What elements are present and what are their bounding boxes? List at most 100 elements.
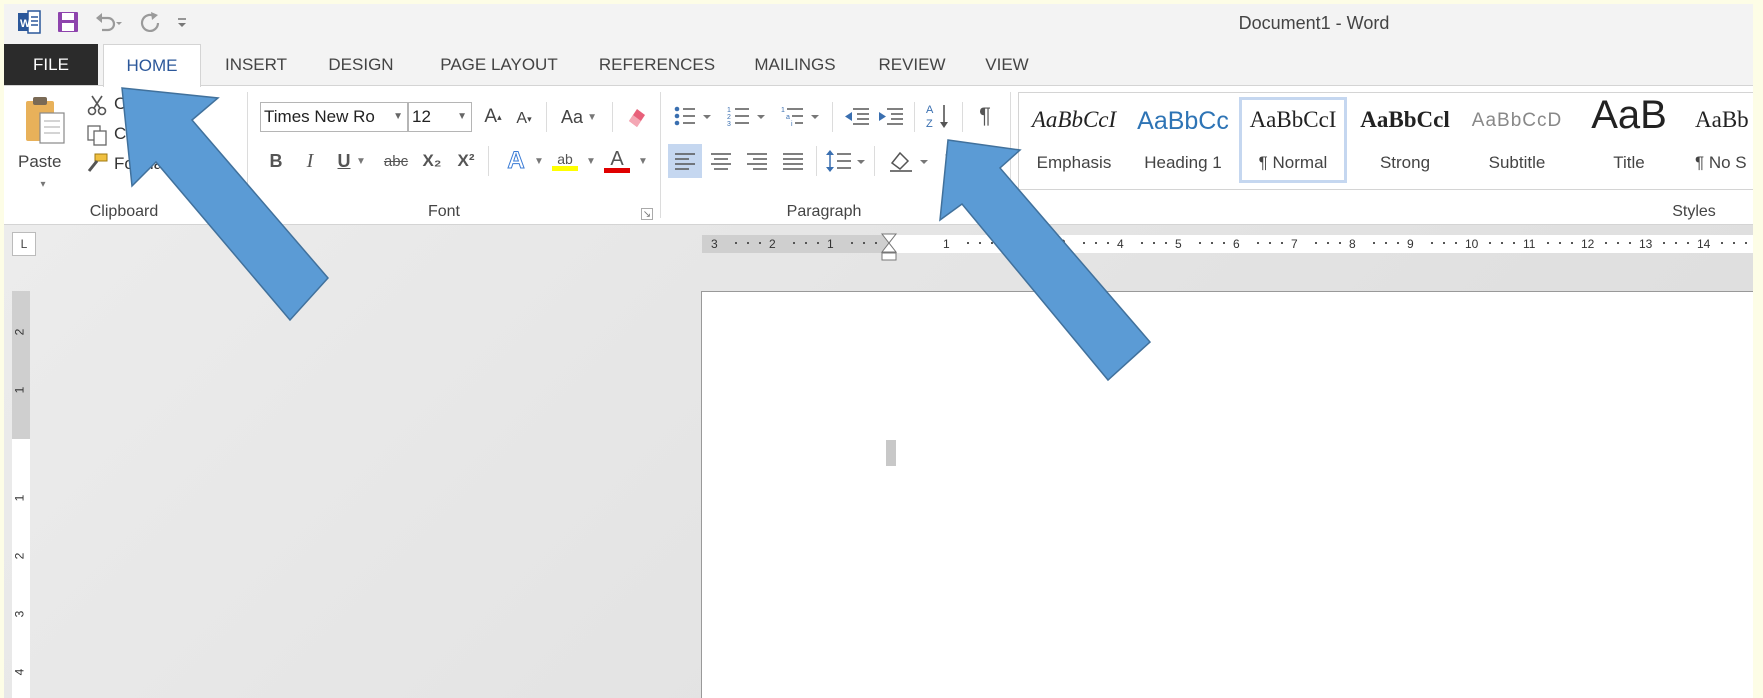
tab-view[interactable]: VIEW <box>972 44 1042 85</box>
copy-icon[interactable] <box>84 122 110 148</box>
grow-font-icon[interactable]: A ▴ <box>479 102 507 132</box>
customize-qat-icon[interactable] <box>176 14 188 30</box>
ruler-label: 2 <box>12 552 27 560</box>
highlight-color-bar <box>552 165 578 171</box>
style-subtitle[interactable]: AaBbCcD Subtitle <box>1463 97 1571 183</box>
style-no-spacing[interactable]: AaBb ¶ No S <box>1687 97 1753 183</box>
shrink-font-icon[interactable]: A ▾ <box>510 104 538 134</box>
svg-text:Z: Z <box>926 118 933 130</box>
vertical-ruler[interactable]: 2 1 1 2 3 4 <box>12 291 30 698</box>
redo-icon[interactable] <box>138 10 162 34</box>
separator <box>660 92 661 218</box>
ruler-tick <box>1721 242 1723 244</box>
style-title[interactable]: AaB Title <box>1577 93 1681 183</box>
word-logo-icon[interactable]: W <box>18 10 42 34</box>
ruler-tick <box>1315 242 1317 244</box>
ruler-tick <box>1025 242 1027 244</box>
underline-dropdown-icon[interactable]: ▼ <box>354 146 368 176</box>
cut-button[interactable]: C <box>114 94 126 114</box>
underline-button[interactable]: U <box>334 146 354 176</box>
ruler-tick <box>1211 242 1213 244</box>
style-normal[interactable]: AaBbCcI ¶ Normal <box>1239 97 1347 183</box>
ruler-label: 14 <box>1697 237 1711 251</box>
ruler-tick <box>1501 242 1503 244</box>
highlight-button[interactable]: ab <box>550 146 580 176</box>
separator <box>816 146 817 176</box>
font-name-combo[interactable]: Times New Ro ▼ <box>260 102 408 132</box>
style-name: ¶ Normal <box>1258 153 1328 172</box>
ruler-tick <box>1269 242 1271 244</box>
superscript-button[interactable]: X² <box>452 146 480 176</box>
style-name: Heading 1 <box>1144 153 1222 172</box>
align-left-icon[interactable] <box>668 144 702 178</box>
paste-icon[interactable] <box>20 94 70 150</box>
borders-icon[interactable] <box>940 144 970 178</box>
ruler-label: 1 <box>12 386 27 394</box>
undo-icon[interactable] <box>94 10 124 34</box>
subscript-button[interactable]: X₂ <box>418 146 446 176</box>
sort-icon[interactable]: A Z <box>922 100 954 132</box>
tab-design[interactable]: DESIGN <box>316 44 406 85</box>
style-sample: AaBb <box>1695 107 1749 132</box>
word-window: W Document1 - Word FILE HOME INSERT DESI… <box>4 4 1753 698</box>
ruler-tick <box>875 242 877 244</box>
highlight-dropdown-icon[interactable]: ▼ <box>584 146 598 176</box>
paste-dropdown-icon[interactable]: ▾ <box>36 178 50 190</box>
numbering-icon[interactable]: 1 2 3 <box>724 100 770 132</box>
tab-selector-button[interactable]: L <box>12 232 36 256</box>
style-strong[interactable]: AaBbCcl Strong <box>1353 97 1457 183</box>
paste-button[interactable]: Paste <box>18 152 61 172</box>
change-case-button[interactable]: Aa ▼ <box>554 102 604 132</box>
font-color-button[interactable]: A <box>602 146 632 176</box>
ruler-tick <box>1571 242 1573 244</box>
separator <box>832 102 833 132</box>
font-color-dropdown-icon[interactable]: ▼ <box>636 146 650 176</box>
style-emphasis[interactable]: AaBbCcI Emphasis <box>1023 97 1125 183</box>
document-page[interactable] <box>701 291 1753 698</box>
justify-icon[interactable] <box>776 144 810 178</box>
ruler-tick <box>1675 242 1677 244</box>
style-sample: AaBbCcI <box>1031 107 1117 132</box>
tab-references[interactable]: REFERENCES <box>592 44 722 85</box>
tab-mailings[interactable]: MAILINGS <box>740 44 850 85</box>
tab-insert[interactable]: INSERT <box>212 44 300 85</box>
svg-text:a: a <box>786 114 790 121</box>
separator <box>546 102 547 132</box>
clear-formatting-icon[interactable] <box>620 102 650 132</box>
ruler-tick <box>747 242 749 244</box>
ruler-label: 2 <box>12 328 27 336</box>
cut-icon[interactable] <box>84 92 110 118</box>
strikethrough-button[interactable]: abc <box>380 146 412 176</box>
text-effects-dropdown-icon[interactable]: ▼ <box>532 146 546 176</box>
show-marks-button[interactable]: ¶ <box>968 100 1002 132</box>
tab-page-layout[interactable]: PAGE LAYOUT <box>424 44 574 85</box>
format-painter-icon[interactable] <box>84 150 110 176</box>
chevron-down-icon: ▼ <box>457 111 467 122</box>
bullets-icon[interactable] <box>670 100 716 132</box>
format-painter-button[interactable]: Forma <box>114 154 163 174</box>
bold-button[interactable]: B <box>266 146 286 176</box>
tab-file[interactable]: FILE <box>4 44 98 85</box>
align-right-icon[interactable] <box>740 144 774 178</box>
indent-marker-icon[interactable] <box>880 233 898 266</box>
align-center-icon[interactable] <box>704 144 738 178</box>
font-dialog-launcher-icon[interactable]: ↘ <box>641 208 653 220</box>
line-spacing-icon[interactable] <box>822 144 870 178</box>
increase-indent-icon[interactable] <box>874 100 908 132</box>
save-icon[interactable] <box>56 10 80 34</box>
font-size-combo[interactable]: 12 ▼ <box>408 102 472 132</box>
italic-button[interactable]: I <box>300 146 320 176</box>
tab-review[interactable]: REVIEW <box>866 44 958 85</box>
decrease-indent-icon[interactable] <box>840 100 874 132</box>
multilevel-list-icon[interactable]: 1 a i <box>778 100 824 132</box>
style-heading-1[interactable]: AaBbCc Heading 1 <box>1131 97 1235 183</box>
tab-home[interactable]: HOME <box>103 44 201 87</box>
styles-group-label: Styles <box>1672 203 1716 220</box>
shading-icon[interactable] <box>882 144 936 178</box>
copy-button[interactable]: Cop <box>114 124 145 144</box>
separator <box>1010 92 1011 218</box>
text-effects-button[interactable]: A <box>498 146 534 176</box>
horizontal-ruler[interactable]: 3 2 1 1 2 3 4 5 6 7 8 9 10 11 12 13 14 <box>702 233 1753 261</box>
ruler-top-margin <box>12 291 30 439</box>
ruler-tick <box>1165 242 1167 244</box>
